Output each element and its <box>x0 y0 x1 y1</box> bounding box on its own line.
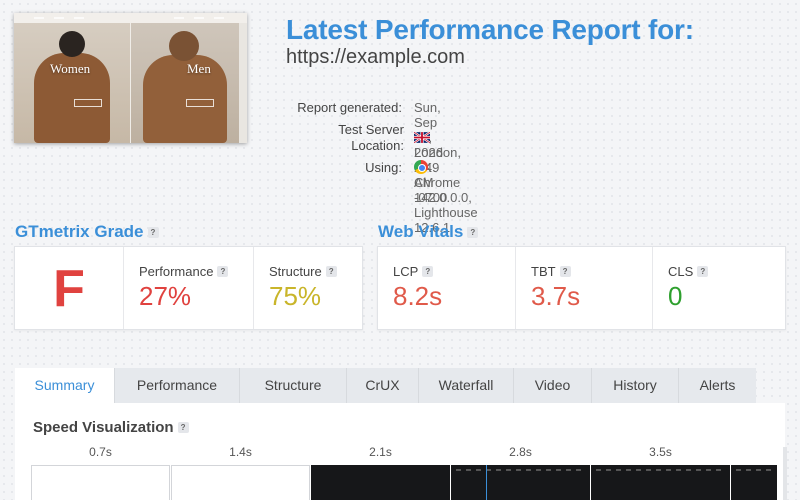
women-panel <box>14 23 130 143</box>
frame-time: 1.4s <box>229 445 252 459</box>
tab-summary[interactable]: Summary <box>15 368 115 403</box>
summary-panel: Speed Visualization? 0.7s 1.4s 2.1s 2.8s… <box>15 403 785 500</box>
tab-crux[interactable]: CrUX <box>347 368 419 403</box>
grade-letter: F <box>53 260 85 318</box>
filmstrip-marker <box>486 465 487 500</box>
cls-cell: CLS? 0 <box>652 247 786 329</box>
gtmetrix-grade-card: F Performance? 27% Structure? 75% <box>14 246 363 330</box>
structure-value: 75% <box>269 281 322 311</box>
uk-flag-icon <box>414 132 430 143</box>
cls-value: 0 <box>668 281 683 311</box>
report-title: Latest Performance Report for: <box>286 14 694 45</box>
tab-history[interactable]: History <box>592 368 679 403</box>
site-screenshot: Women Men <box>14 13 247 143</box>
using-label: Using: <box>365 160 402 175</box>
filmstrip-frame[interactable]: 2.8s <box>451 445 590 500</box>
performance-cell: Performance? 27% <box>123 247 253 329</box>
help-icon[interactable]: ? <box>559 266 571 277</box>
filmstrip: 0.7s 1.4s 2.1s 2.8s 3.5s <box>31 445 777 500</box>
help-icon[interactable]: ? <box>217 266 229 277</box>
men-panel <box>131 23 239 143</box>
tab-video[interactable]: Video <box>514 368 592 403</box>
filmstrip-frame[interactable]: 1.4s <box>171 445 310 500</box>
filmstrip-frame[interactable]: 3.5s <box>591 445 730 500</box>
server-location-label: Test Server Location: <box>338 122 404 153</box>
frame-time: 2.8s <box>509 445 532 459</box>
help-icon[interactable]: ? <box>697 266 709 277</box>
help-icon[interactable]: ? <box>422 266 434 277</box>
help-icon[interactable]: ? <box>467 227 479 238</box>
lcp-cell: LCP? 8.2s <box>393 264 443 311</box>
frame-time: 2.1s <box>369 445 392 459</box>
help-icon[interactable]: ? <box>177 422 189 433</box>
help-icon[interactable]: ? <box>147 227 159 238</box>
tab-alerts[interactable]: Alerts <box>679 368 756 403</box>
tbt-value: 3.7s <box>531 281 581 311</box>
screenshot-navbar <box>14 13 247 23</box>
report-generated-label: Report generated: <box>297 100 402 115</box>
frame-time: 0.7s <box>89 445 112 459</box>
structure-cell: Structure? 75% <box>253 247 363 329</box>
tbt-cell: TBT? 3.7s <box>515 247 652 329</box>
filmstrip-frame[interactable] <box>731 445 777 500</box>
screenshot-men-label: Men <box>187 61 211 76</box>
filmstrip-frame[interactable]: 0.7s <box>31 445 170 500</box>
report-url: https://example.com <box>286 46 465 68</box>
tab-waterfall[interactable]: Waterfall <box>419 368 514 403</box>
filmstrip-frame[interactable]: 2.1s <box>311 445 450 500</box>
web-vitals-heading: Web Vitals? <box>378 222 479 242</box>
tab-structure[interactable]: Structure <box>240 368 347 403</box>
performance-value: 27% <box>139 281 192 311</box>
chrome-icon <box>414 160 428 174</box>
scrollbar[interactable] <box>783 447 787 500</box>
gtmetrix-grade-heading: GTmetrix Grade? <box>15 222 159 242</box>
frame-time: 3.5s <box>649 445 672 459</box>
lcp-value: 8.2s <box>393 281 443 311</box>
tab-performance[interactable]: Performance <box>115 368 240 403</box>
screenshot-women-label: Women <box>50 61 91 76</box>
help-icon[interactable]: ? <box>325 266 337 277</box>
speed-visualization-heading: Speed Visualization? <box>33 419 189 436</box>
web-vitals-card: LCP? 8.2s TBT? 3.7s CLS? 0 <box>377 246 786 330</box>
